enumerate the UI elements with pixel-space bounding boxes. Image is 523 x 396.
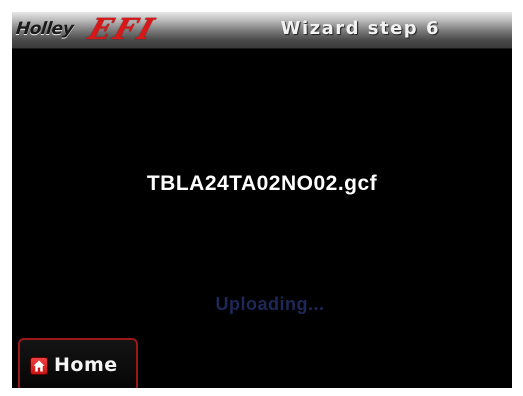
page-title: Wizard step 6: [280, 18, 440, 39]
home-icon: [30, 357, 48, 375]
logo-brand-text: Holley: [14, 19, 75, 39]
upload-status: Uploading...: [215, 294, 325, 314]
wizard-screen: Holley EFI Wizard step 6 TBLA24TA02NO02.…: [12, 12, 512, 388]
home-button-label: Home: [54, 354, 118, 376]
home-button[interactable]: Home: [18, 338, 138, 388]
logo-efi-mark: EFI: [84, 12, 161, 46]
title-bar: Holley EFI Wizard step 6: [12, 12, 512, 49]
holley-efi-logo: Holley EFI: [14, 12, 166, 46]
upload-filename: TBLA24TA02NO02.gcf: [146, 172, 378, 195]
